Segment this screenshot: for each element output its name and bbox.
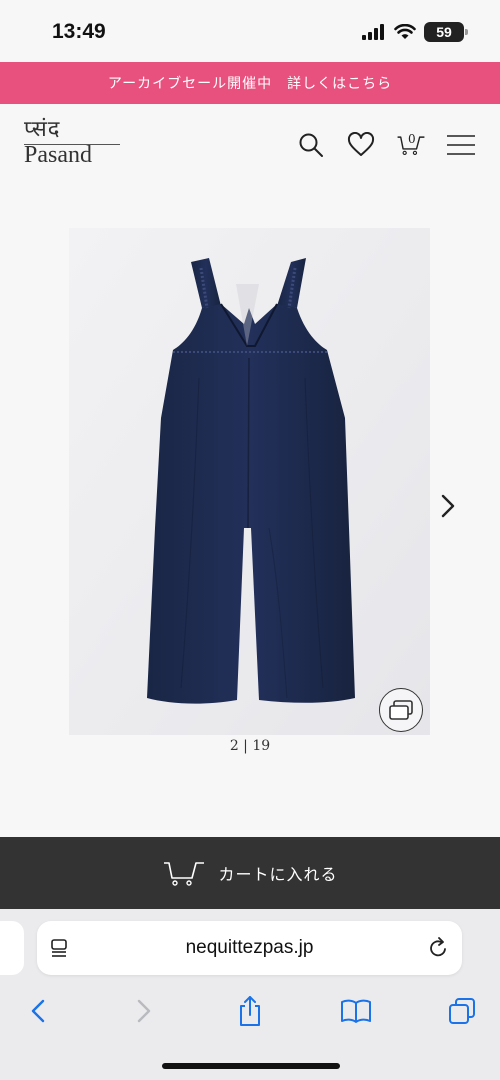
header-actions: 0: [296, 130, 476, 160]
menu-icon: [447, 135, 475, 155]
home-indicator: [162, 1063, 340, 1069]
cart-count: 0: [408, 132, 416, 146]
reader-icon: [51, 939, 67, 957]
wifi-icon: [394, 24, 416, 39]
url-text[interactable]: nequittezpas.jp: [83, 937, 416, 959]
bookmarks-icon: [341, 999, 371, 1023]
browser-toolbar: [0, 989, 500, 1033]
back-icon: [31, 999, 45, 1023]
gallery-view-button[interactable]: [379, 688, 423, 732]
back-button[interactable]: [20, 993, 56, 1029]
announcement-banner[interactable]: アーカイブセール開催中 詳しくはこちら: [0, 62, 500, 104]
reload-icon: [430, 937, 446, 957]
address-bar[interactable]: nequittezpas.jp: [37, 921, 462, 975]
logo-devanagari: प्संद: [24, 117, 61, 142]
status-indicators: 59: [362, 22, 468, 42]
add-to-cart-button[interactable]: カートに入れる: [0, 837, 500, 909]
site-logo[interactable]: प्संद Pasand: [24, 118, 134, 168]
previous-tab-peek[interactable]: [0, 921, 24, 975]
favorites-button[interactable]: [346, 130, 376, 160]
gallery-icon: [389, 700, 413, 720]
tabs-button[interactable]: [444, 993, 480, 1029]
logo-latin: Pasand: [24, 142, 92, 168]
tabs-icon: [449, 998, 475, 1024]
share-button[interactable]: [232, 993, 268, 1029]
cart-icon: [164, 862, 205, 886]
jumpsuit-image: [69, 228, 430, 735]
bookmarks-button[interactable]: [338, 993, 374, 1029]
signal-icon: [362, 24, 384, 40]
browser-bottom-bar: nequittezpas.jp: [0, 909, 500, 1080]
screen: 13:49 59 アーカイブセール開催中 詳しくはこちら प्संद Pasan…: [0, 0, 500, 1080]
announcement-text[interactable]: アーカイブセール開催中 詳しくはこちら: [108, 73, 392, 93]
search-button[interactable]: [296, 130, 326, 160]
status-bar: 13:49 59: [0, 0, 500, 62]
menu-button[interactable]: [446, 130, 476, 160]
chevron-right-icon: [441, 494, 455, 518]
site-header: प्संद Pasand 0: [0, 104, 500, 190]
reload-button[interactable]: [416, 921, 462, 975]
add-to-cart-label: カートに入れる: [218, 865, 338, 884]
battery-level: 59: [436, 24, 452, 40]
product-image[interactable]: [69, 228, 430, 735]
logo-rule: [24, 144, 120, 145]
battery-icon: 59: [424, 22, 468, 42]
cart-button[interactable]: 0: [396, 130, 426, 160]
search-icon: [299, 133, 323, 157]
forward-icon: [137, 999, 151, 1023]
status-time: 13:49: [52, 20, 106, 43]
forward-button[interactable]: [126, 993, 162, 1029]
reader-button[interactable]: [37, 921, 83, 975]
heart-icon: [347, 132, 375, 156]
next-image-button[interactable]: [436, 490, 460, 522]
share-icon: [240, 996, 260, 1026]
image-counter: 2 | 19: [229, 738, 271, 754]
